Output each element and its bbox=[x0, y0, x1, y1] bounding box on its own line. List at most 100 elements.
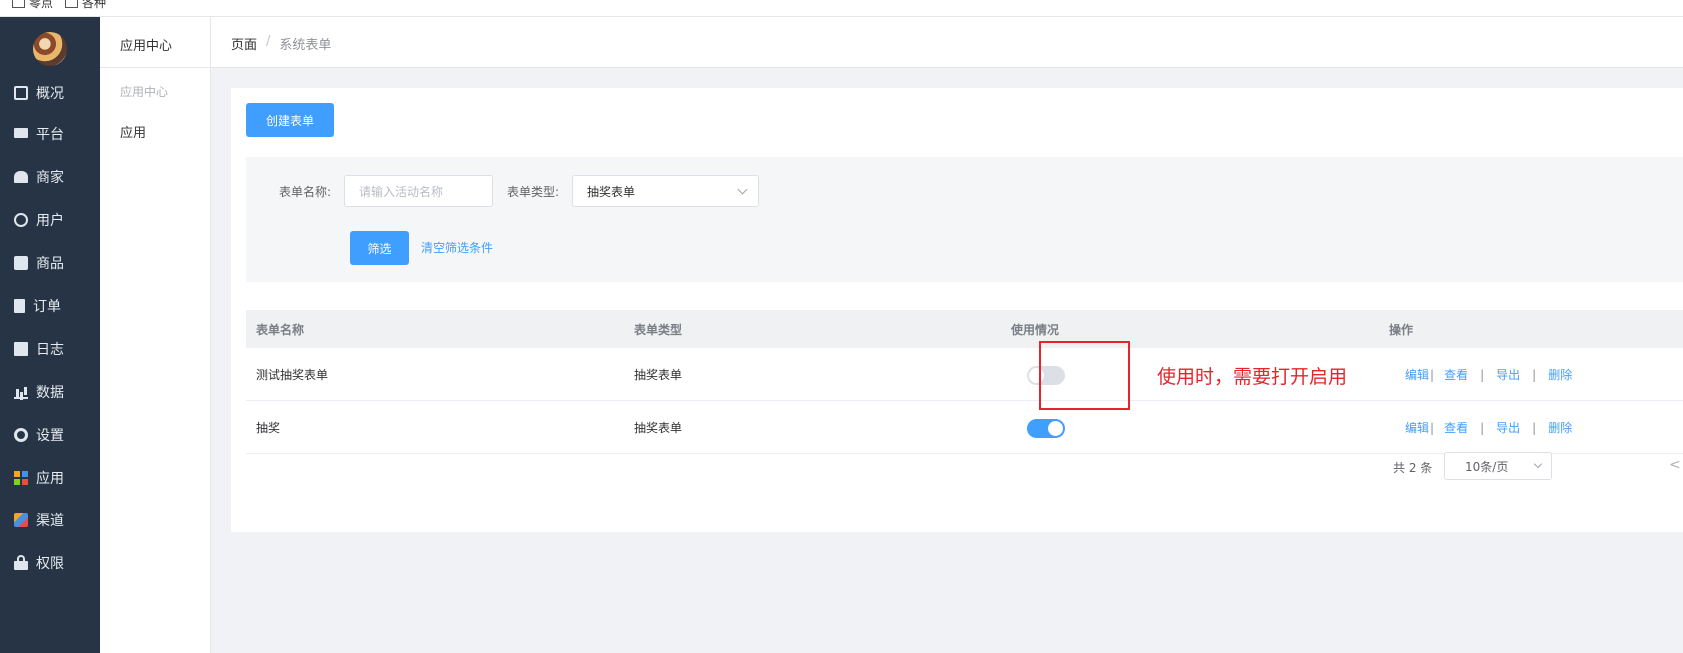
action-separator: | bbox=[1430, 420, 1435, 435]
bookmark-bar: 零点 各种 bbox=[0, 0, 1683, 17]
breadcrumb-separator: / bbox=[266, 34, 271, 49]
sidebar-item-label: 权限 bbox=[36, 556, 64, 572]
action-separator: | bbox=[1532, 420, 1537, 435]
folder-icon bbox=[65, 0, 78, 8]
breadcrumb: 页面 / 系统表单 bbox=[231, 34, 331, 53]
export-link[interactable]: 导出 bbox=[1496, 366, 1520, 383]
content-card: 创建表单 表单名称: 请输入活动名称 表单类型: 抽奖表单 筛选 清空筛选条件 … bbox=[231, 88, 1683, 532]
column-header-type: 表单类型 bbox=[634, 323, 683, 337]
main-sidebar: 概况 平台 商家 用户 商品 订单 日志 数据 设置 应用 渠道 权限 bbox=[0, 17, 100, 653]
table-header: 表单名称 表单类型 使用情况 操作 bbox=[246, 310, 1683, 348]
cell-form-type: 抽奖表单 bbox=[634, 421, 683, 435]
sidebar-item-orders[interactable]: 订单 bbox=[0, 286, 100, 326]
sidebar-item-settings[interactable]: 设置 bbox=[0, 415, 100, 455]
sidebar-item-label: 数据 bbox=[36, 385, 64, 401]
bookmark-label: 零点 bbox=[29, 0, 54, 10]
form-name-input[interactable]: 请输入活动名称 bbox=[344, 175, 493, 207]
annotation-highlight-box bbox=[1039, 341, 1130, 410]
store-icon bbox=[14, 171, 28, 183]
toggle-knob bbox=[1048, 421, 1063, 436]
sidebar-item-platform[interactable]: 平台 bbox=[0, 114, 100, 154]
pagination-total: 共 2 条 bbox=[1393, 461, 1433, 475]
page-size-select[interactable]: 10条/页 bbox=[1444, 452, 1552, 480]
action-separator: | bbox=[1532, 367, 1537, 382]
sidebar-item-apps[interactable]: 应用 bbox=[0, 458, 100, 498]
logo-avatar[interactable] bbox=[33, 32, 67, 66]
sub-sidebar: 应用中心 应用中心 应用 bbox=[100, 17, 211, 653]
cell-form-type: 抽奖表单 bbox=[634, 368, 683, 382]
bookmark-label: 各种 bbox=[82, 0, 107, 10]
page-size-value: 10条/页 bbox=[1465, 459, 1509, 474]
sidebar-item-label: 订单 bbox=[33, 299, 61, 315]
action-separator: | bbox=[1480, 367, 1485, 382]
divider bbox=[100, 67, 210, 68]
order-icon bbox=[14, 299, 25, 313]
form-type-select-value: 抽奖表单 bbox=[587, 184, 636, 199]
cube-icon bbox=[14, 513, 28, 527]
edit-link[interactable]: 编辑 bbox=[1405, 366, 1429, 383]
sidebar-item-permissions[interactable]: 权限 bbox=[0, 543, 100, 583]
row-actions: 编辑 | 查看 | 导出 | 删除 bbox=[1405, 366, 1572, 383]
folder-icon bbox=[12, 0, 25, 8]
lock-icon bbox=[14, 555, 28, 570]
sub-sidebar-title: 应用中心 bbox=[120, 39, 173, 54]
chevron-down-icon bbox=[737, 184, 748, 195]
filter-button[interactable]: 筛选 bbox=[350, 231, 409, 265]
sidebar-item-label: 商家 bbox=[36, 170, 64, 186]
bag-icon bbox=[14, 256, 28, 270]
view-link[interactable]: 查看 bbox=[1444, 366, 1468, 383]
monitor-icon bbox=[14, 128, 28, 138]
log-icon bbox=[14, 342, 28, 356]
bookmark-item[interactable]: 零点 bbox=[12, 0, 53, 11]
sidebar-item-merchant[interactable]: 商家 bbox=[0, 157, 100, 197]
sidebar-item-logs[interactable]: 日志 bbox=[0, 329, 100, 369]
sidebar-item-label: 日志 bbox=[36, 342, 64, 358]
apps-icon bbox=[14, 471, 28, 485]
edit-link[interactable]: 编辑 bbox=[1405, 419, 1429, 436]
filter-panel: 表单名称: 请输入活动名称 表单类型: 抽奖表单 筛选 清空筛选条件 bbox=[246, 157, 1683, 282]
action-separator: | bbox=[1480, 420, 1485, 435]
annotation-text: 使用时，需要打开启用 bbox=[1157, 366, 1348, 388]
sidebar-item-goods[interactable]: 商品 bbox=[0, 243, 100, 283]
enable-toggle[interactable] bbox=[1027, 419, 1065, 438]
page-header: 页面 / 系统表单 bbox=[211, 17, 1683, 68]
sidebar-item-label: 设置 bbox=[36, 428, 64, 444]
gear-icon bbox=[14, 428, 28, 442]
table-row: 抽奖 抽奖表单 编辑 | 查看 | 导出 | 删除 bbox=[246, 401, 1683, 454]
sidebar-item-label: 用户 bbox=[36, 213, 64, 229]
delete-link[interactable]: 删除 bbox=[1548, 419, 1572, 436]
sub-sidebar-item-apps[interactable]: 应用 bbox=[120, 122, 146, 141]
row-actions: 编辑 | 查看 | 导出 | 删除 bbox=[1405, 419, 1572, 436]
column-header-actions: 操作 bbox=[1389, 323, 1414, 337]
sidebar-item-channels[interactable]: 渠道 bbox=[0, 500, 100, 540]
form-type-select[interactable]: 抽奖表单 bbox=[572, 175, 759, 207]
form-name-label: 表单名称: bbox=[279, 185, 332, 199]
table-row: 测试抽奖表单 抽奖表单 编辑 | 查看 | 导出 | 删除 bbox=[246, 348, 1683, 401]
export-link[interactable]: 导出 bbox=[1496, 419, 1520, 436]
cell-form-name: 测试抽奖表单 bbox=[256, 368, 329, 382]
create-form-button[interactable]: 创建表单 bbox=[246, 103, 334, 137]
prev-page-button[interactable]: < bbox=[1669, 457, 1681, 473]
sub-sidebar-group-label: 应用中心 bbox=[120, 85, 169, 99]
delete-link[interactable]: 删除 bbox=[1548, 366, 1572, 383]
bookmark-item[interactable]: 各种 bbox=[65, 0, 106, 11]
sidebar-item-overview[interactable]: 概况 bbox=[0, 73, 100, 113]
clear-filters-link[interactable]: 清空筛选条件 bbox=[421, 239, 493, 256]
sidebar-item-users[interactable]: 用户 bbox=[0, 200, 100, 240]
form-type-label: 表单类型: bbox=[507, 185, 560, 199]
chevron-down-icon bbox=[1533, 459, 1543, 469]
cell-form-name: 抽奖 bbox=[256, 421, 281, 435]
view-link[interactable]: 查看 bbox=[1444, 419, 1468, 436]
column-header-name: 表单名称 bbox=[256, 323, 305, 337]
user-icon bbox=[14, 213, 28, 227]
breadcrumb-item-current: 系统表单 bbox=[279, 38, 332, 53]
breadcrumb-item-page[interactable]: 页面 bbox=[231, 34, 257, 53]
sidebar-item-label: 渠道 bbox=[36, 513, 64, 529]
dashboard-icon bbox=[14, 86, 28, 100]
action-separator: | bbox=[1430, 367, 1435, 382]
sidebar-item-label: 商品 bbox=[36, 256, 64, 272]
sidebar-item-data[interactable]: 数据 bbox=[0, 372, 100, 412]
sidebar-item-label: 概况 bbox=[36, 86, 64, 102]
column-header-usage: 使用情况 bbox=[1011, 323, 1060, 337]
sidebar-item-label: 平台 bbox=[36, 127, 64, 143]
